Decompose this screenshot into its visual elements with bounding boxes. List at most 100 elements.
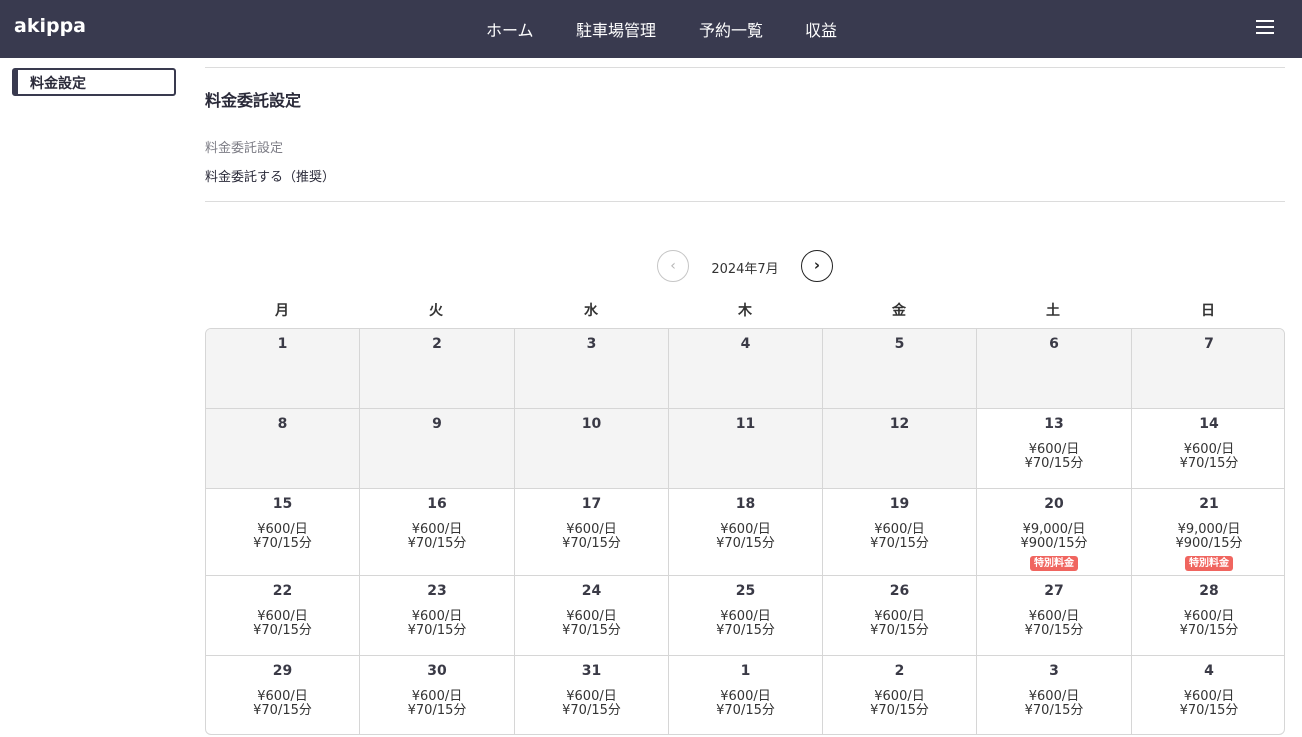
nav-home[interactable]: ホーム bbox=[486, 17, 534, 41]
calendar-day-cell: 11 bbox=[669, 409, 823, 489]
calendar-day-cell[interactable]: 1 ¥600/日 ¥70/15分 bbox=[669, 656, 823, 734]
daily-price: ¥600/日 bbox=[1028, 442, 1080, 457]
price-info: ¥600/日 ¥70/15分 bbox=[1132, 609, 1284, 638]
calendar-day-cell[interactable]: 27 ¥600/日 ¥70/15分 bbox=[977, 576, 1132, 656]
calendar-day-cell[interactable]: 26 ¥600/日 ¥70/15分 bbox=[823, 576, 977, 656]
weekday-label: 木 bbox=[738, 303, 752, 319]
calendar-day-cell[interactable]: 16 ¥600/日 ¥70/15分 bbox=[360, 489, 515, 576]
calendar-day-cell[interactable]: 31 ¥600/日 ¥70/15分 bbox=[515, 656, 669, 734]
day-number: 1 bbox=[740, 663, 751, 679]
daily-price: ¥600/日 bbox=[720, 522, 771, 537]
daily-price: ¥600/日 bbox=[1183, 442, 1235, 457]
calendar-day-cell[interactable]: 22 ¥600/日 ¥70/15分 bbox=[206, 576, 360, 656]
sidebar-item-pricing-settings[interactable]: 料金設定 bbox=[12, 68, 176, 96]
calendar-day-cell[interactable]: 23 ¥600/日 ¥70/15分 bbox=[360, 576, 515, 656]
interval-price: ¥70/15分 bbox=[1179, 703, 1239, 718]
interval-price: ¥70/15分 bbox=[253, 536, 312, 551]
divider bbox=[205, 201, 1285, 202]
interval-price: ¥70/15分 bbox=[407, 536, 467, 551]
calendar-day-cell: 5 bbox=[823, 329, 977, 409]
calendar-day-cell[interactable]: 24 ¥600/日 ¥70/15分 bbox=[515, 576, 669, 656]
calendar-day-cell[interactable]: 30 ¥600/日 ¥70/15分 bbox=[360, 656, 515, 734]
calendar-day-cell[interactable]: 25 ¥600/日 ¥70/15分 bbox=[669, 576, 823, 656]
daily-price: ¥600/日 bbox=[874, 689, 925, 704]
interval-price: ¥70/15分 bbox=[1024, 456, 1084, 471]
price-info: ¥600/日 ¥70/15分 bbox=[206, 523, 359, 551]
daily-price: ¥600/日 bbox=[720, 609, 771, 624]
day-number: 24 bbox=[581, 583, 602, 599]
calendar-day-cell[interactable]: 15 ¥600/日 ¥70/15分 bbox=[206, 489, 360, 576]
price-info: ¥600/日 ¥70/15分 bbox=[977, 443, 1131, 471]
day-number: 10 bbox=[581, 416, 602, 432]
price-info: ¥600/日 ¥70/15分 bbox=[206, 610, 359, 638]
calendar-day-cell: 6 bbox=[977, 329, 1132, 409]
top-navigation-bar: akippa ホーム 駐車場管理 予約一覧 収益 bbox=[0, 0, 1302, 58]
chevron-left-icon[interactable]: ‹ bbox=[657, 250, 689, 282]
daily-price: ¥600/日 bbox=[566, 609, 617, 624]
calendar-day-cell[interactable]: 2 ¥600/日 ¥70/15分 bbox=[823, 656, 977, 734]
price-info: ¥600/日 ¥70/15分 bbox=[360, 610, 514, 638]
nav-parking-management[interactable]: 駐車場管理 bbox=[576, 17, 656, 41]
day-number: 17 bbox=[581, 496, 602, 512]
calendar-day-cell[interactable]: 3 ¥600/日 ¥70/15分 bbox=[977, 656, 1132, 734]
daily-price: ¥600/日 bbox=[411, 689, 463, 704]
interval-price: ¥70/15分 bbox=[870, 623, 929, 638]
day-number: 5 bbox=[894, 336, 905, 352]
interval-price: ¥70/15分 bbox=[253, 703, 312, 718]
calendar-day-cell[interactable]: 4 ¥600/日 ¥70/15分 bbox=[1132, 656, 1284, 734]
calendar-day-cell[interactable]: 21 ¥9,000/日 ¥900/15分 特別料金 bbox=[1132, 489, 1284, 576]
price-info: ¥600/日 ¥70/15分 bbox=[1132, 442, 1284, 471]
calendar-day-cell[interactable]: 14 ¥600/日 ¥70/15分 bbox=[1132, 409, 1284, 489]
interval-price: ¥70/15分 bbox=[1024, 703, 1084, 718]
interval-price: ¥70/15分 bbox=[562, 623, 621, 638]
interval-price: ¥70/15分 bbox=[407, 623, 467, 638]
day-number: 4 bbox=[1204, 663, 1214, 679]
calendar-day-cell[interactable]: 13 ¥600/日 ¥70/15分 bbox=[977, 409, 1132, 489]
nav-revenue[interactable]: 収益 bbox=[805, 17, 837, 41]
price-info: ¥600/日 ¥70/15分 bbox=[977, 610, 1131, 638]
day-number: 23 bbox=[427, 583, 447, 599]
calendar-day-cell[interactable]: 17 ¥600/日 ¥70/15分 bbox=[515, 489, 669, 576]
price-info: ¥600/日 ¥70/15分 bbox=[669, 523, 822, 551]
day-number: 8 bbox=[277, 416, 288, 432]
day-number: 15 bbox=[272, 496, 293, 512]
day-number: 19 bbox=[889, 496, 910, 512]
special-price-badge: 特別料金 bbox=[1030, 556, 1078, 571]
calendar-day-cell[interactable]: 20 ¥9,000/日 ¥900/15分 特別料金 bbox=[977, 489, 1132, 576]
day-number: 27 bbox=[1044, 583, 1064, 599]
day-number: 25 bbox=[735, 583, 756, 599]
day-number: 28 bbox=[1199, 583, 1219, 599]
daily-price: ¥600/日 bbox=[1183, 689, 1235, 704]
day-number: 4 bbox=[740, 336, 751, 352]
day-number: 9 bbox=[432, 416, 442, 432]
calendar-day-cell[interactable]: 18 ¥600/日 ¥70/15分 bbox=[669, 489, 823, 576]
calendar-day-cell: 10 bbox=[515, 409, 669, 489]
interval-price: ¥70/15分 bbox=[407, 703, 467, 718]
day-number: 29 bbox=[272, 663, 293, 679]
interval-price: ¥70/15分 bbox=[716, 703, 775, 718]
calendar-day-cell[interactable]: 28 ¥600/日 ¥70/15分 bbox=[1132, 576, 1284, 656]
nav-reservations[interactable]: 予約一覧 bbox=[699, 17, 763, 41]
daily-price: ¥600/日 bbox=[257, 609, 308, 624]
akippa-logo[interactable]: akippa bbox=[14, 15, 86, 37]
interval-price: ¥900/15分 bbox=[1020, 536, 1088, 551]
daily-price: ¥600/日 bbox=[1183, 609, 1235, 624]
price-info: ¥600/日 ¥70/15分 bbox=[823, 690, 976, 718]
month-label: 2024年7月 bbox=[711, 262, 779, 277]
calendar-day-cell[interactable]: 29 ¥600/日 ¥70/15分 bbox=[206, 656, 360, 734]
calendar-day-cell: 12 bbox=[823, 409, 977, 489]
day-number: 31 bbox=[581, 663, 602, 679]
daily-price: ¥9,000/日 bbox=[1022, 522, 1086, 537]
daily-price: ¥600/日 bbox=[874, 522, 925, 537]
calendar-grid: 1 2 3 4 5 6 7 8 9 10 11 12 13 ¥600/日 ¥70/15分 14 ¥600/日 ¥7… bbox=[205, 328, 1285, 735]
calendar-day-cell[interactable]: 19 ¥600/日 ¥70/15分 bbox=[823, 489, 977, 576]
daily-price: ¥600/日 bbox=[720, 689, 771, 704]
day-number: 3 bbox=[586, 336, 597, 352]
price-info: ¥600/日 ¥70/15分 bbox=[669, 690, 822, 718]
day-number: 22 bbox=[272, 583, 293, 599]
day-number: 13 bbox=[1044, 416, 1064, 432]
interval-price: ¥70/15分 bbox=[1179, 623, 1239, 638]
interval-price: ¥900/15分 bbox=[1175, 536, 1243, 551]
hamburger-icon[interactable] bbox=[1256, 20, 1274, 34]
chevron-right-icon[interactable]: › bbox=[801, 250, 833, 282]
